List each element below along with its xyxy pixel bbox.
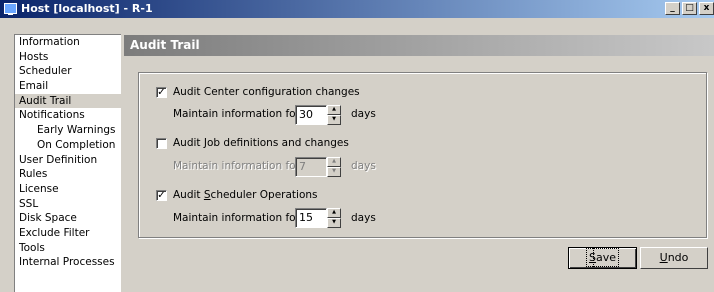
undo-button[interactable]: Undo [640, 247, 708, 269]
minimize-button[interactable]: _ [665, 2, 680, 15]
nav-item-early-warnings[interactable]: Early Warnings [15, 123, 121, 138]
audit-jobs-maintain-row: Maintain information for [173, 160, 300, 172]
nav-item-scheduler[interactable]: Scheduler [15, 64, 121, 79]
audit-scheduler-maintain-row: Maintain information for [173, 212, 300, 224]
maximize-button[interactable]: □ [682, 2, 697, 15]
settings-nav-list[interactable]: Information Hosts Scheduler Email Audit … [14, 34, 121, 292]
audit-scheduler-maintain-label: Maintain information for [173, 212, 300, 224]
nav-item-information[interactable]: Information [15, 35, 121, 50]
audit-jobs-checkbox[interactable] [156, 137, 167, 149]
nav-item-notifications[interactable]: Notifications [15, 108, 121, 123]
spin-up-button: ▲ [327, 157, 341, 167]
nav-item-license[interactable]: License [15, 182, 121, 197]
spin-up-button[interactable]: ▲ [327, 105, 341, 115]
audit-jobs-days-input: 7 [295, 157, 327, 177]
nav-item-on-completion[interactable]: On Completion [15, 138, 121, 153]
audit-jobs-days-row: days [351, 160, 376, 172]
window-title-bar[interactable]: Host [localhost] - R-1 _ □ x [0, 0, 714, 18]
audit-jobs-label: Audit Job definitions and changes [173, 137, 349, 149]
audit-scheduler-days-label: days [351, 212, 376, 224]
audit-scheduler-days-row: days [351, 212, 376, 224]
audit-jobs-row[interactable]: Audit Job definitions and changes [156, 137, 349, 149]
audit-jobs-maintain-label: Maintain information for [173, 160, 300, 172]
audit-scheduler-checkbox[interactable]: ✓ [156, 189, 167, 201]
audit-scheduler-row[interactable]: ✓ Audit Scheduler Operations [156, 189, 318, 201]
nav-item-disk-space[interactable]: Disk Space [15, 211, 121, 226]
audit-config-days-row: days [351, 108, 376, 120]
spin-down-button[interactable]: ▼ [327, 115, 341, 125]
nav-item-user-definition[interactable]: User Definition [15, 153, 121, 168]
close-button[interactable]: x [699, 2, 714, 15]
nav-item-internal-processes[interactable]: Internal Processes [15, 255, 121, 270]
nav-item-hosts[interactable]: Hosts [15, 50, 121, 65]
audit-config-label: Audit Center configuration changes [173, 86, 360, 98]
audit-jobs-days-label: days [351, 160, 376, 172]
save-button[interactable]: Save [568, 247, 637, 269]
audit-config-maintain-label: Maintain information for [173, 108, 300, 120]
audit-scheduler-days-spinner[interactable]: 15 ▲ ▼ [295, 208, 341, 228]
nav-item-tools[interactable]: Tools [15, 241, 121, 256]
audit-scheduler-days-input[interactable]: 15 [295, 208, 327, 228]
audit-config-checkbox[interactable]: ✓ [156, 86, 167, 98]
monitor-icon [4, 3, 17, 15]
nav-item-exclude-filter[interactable]: Exclude Filter [15, 226, 121, 241]
audit-config-maintain-row: Maintain information for [173, 108, 300, 120]
window-title: Host [localhost] - R-1 [21, 2, 153, 15]
window-controls: _ □ x [665, 2, 714, 15]
audit-scheduler-label: Audit Scheduler Operations [173, 189, 318, 201]
spin-down-button[interactable]: ▼ [327, 218, 341, 228]
spin-up-button[interactable]: ▲ [327, 208, 341, 218]
audit-config-days-input[interactable]: 30 [295, 105, 327, 125]
audit-config-row[interactable]: ✓ Audit Center configuration changes [156, 86, 360, 98]
nav-item-email[interactable]: Email [15, 79, 121, 94]
nav-item-rules[interactable]: Rules [15, 167, 121, 182]
nav-item-audit-trail[interactable]: Audit Trail [15, 93, 121, 109]
panel-title: Audit Trail [124, 35, 714, 56]
audit-config-days-spinner[interactable]: 30 ▲ ▼ [295, 105, 341, 125]
spin-down-button: ▼ [327, 167, 341, 177]
audit-config-days-label: days [351, 108, 376, 120]
audit-jobs-days-spinner: 7 ▲ ▼ [295, 157, 341, 177]
nav-item-ssl[interactable]: SSL [15, 197, 121, 212]
